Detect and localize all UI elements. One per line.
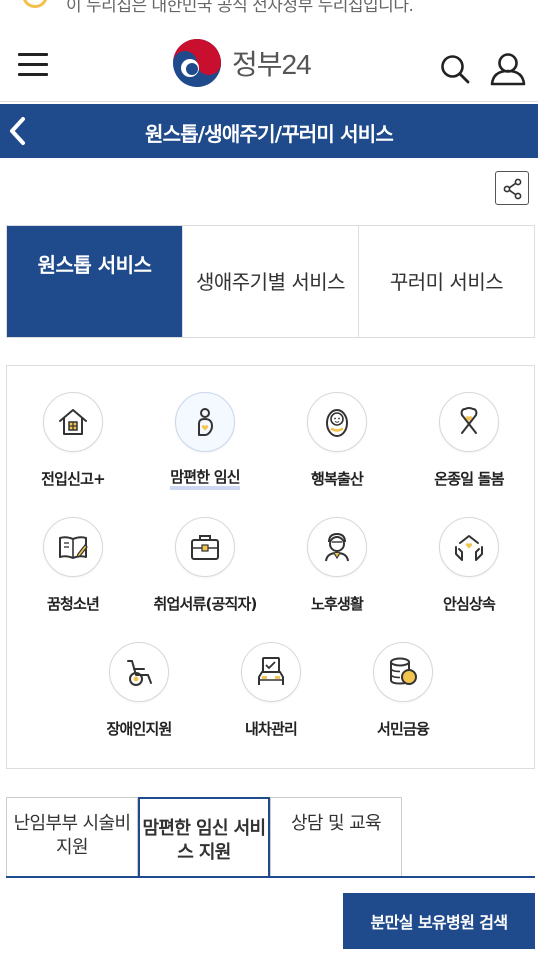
baby-icon bbox=[326, 409, 348, 437]
tab-pregnancy-service-support[interactable]: 맘편한 임신 서비스 지원 bbox=[138, 797, 270, 877]
page-title-bar: 원스톱/생애주기/꾸러미 서비스 bbox=[0, 104, 538, 158]
book-icon bbox=[59, 536, 88, 559]
service-item-disability-support[interactable]: 장애인지원 bbox=[73, 642, 205, 739]
service-item-inheritance[interactable]: 안심상속 bbox=[403, 517, 535, 614]
service-item-car-management[interactable]: 내차관리 bbox=[205, 642, 337, 739]
elderly-icon bbox=[325, 532, 349, 562]
service-label: 온종일 돌봄 bbox=[434, 470, 504, 488]
sub-tab-underline bbox=[6, 876, 535, 878]
delivery-room-hospital-search-button[interactable]: 분만실 보유병원 검색 bbox=[343, 893, 535, 949]
service-category-tabs: 원스톱 서비스 생애주기별 서비스 꾸러미 서비스 bbox=[6, 225, 535, 338]
service-label: 전입신고+ bbox=[41, 470, 106, 488]
official-notice-bar: 이 누리집은 대한민국 공식 전자정부 누리집입니다. bbox=[0, 0, 538, 18]
site-logo[interactable]: 정부24 bbox=[172, 38, 312, 88]
service-label-active: 맘편한 임신 bbox=[170, 468, 241, 490]
logo-text: 정부24 bbox=[232, 49, 312, 80]
share-icon bbox=[503, 178, 522, 200]
share-button[interactable] bbox=[495, 171, 529, 205]
briefcase-icon bbox=[191, 535, 219, 560]
coins-icon bbox=[390, 657, 417, 685]
taegeuk-logo-icon bbox=[173, 39, 221, 87]
service-item-pregnancy[interactable]: 맘편한 임신 bbox=[139, 392, 271, 490]
service-item-micro-finance[interactable]: 서민금융 bbox=[337, 642, 469, 739]
service-item-retirement[interactable]: 노후생활 bbox=[271, 517, 403, 614]
page-title: 원스톱/생애주기/꾸러미 서비스 bbox=[145, 122, 394, 146]
service-item-childbirth[interactable]: 행복출산 bbox=[271, 392, 403, 489]
onestop-service-grid: 전입신고+ 맘편한 임신 행복출산 온종일 돌봄 꿈청소년 취업서류(공직자) … bbox=[6, 365, 535, 769]
service-item-employment-docs[interactable]: 취업서류(공직자) bbox=[139, 517, 271, 614]
service-label: 노후생활 bbox=[310, 595, 364, 613]
hamburger-menu-icon[interactable] bbox=[18, 53, 48, 77]
tab-lifecycle-service[interactable]: 생애주기별 서비스 bbox=[183, 226, 359, 337]
service-label: 꿈청소년 bbox=[46, 595, 100, 613]
hands-icon bbox=[455, 535, 483, 561]
tab-onestop-service[interactable]: 원스톱 서비스 bbox=[7, 226, 183, 337]
tab-counseling-education[interactable]: 상담 및 교육 bbox=[270, 797, 402, 877]
official-notice-text: 이 누리집은 대한민국 공식 전자정부 누리집입니다. bbox=[66, 0, 414, 16]
user-login-icon[interactable] bbox=[490, 52, 526, 86]
pregnant-icon bbox=[198, 408, 213, 436]
service-label: 안심상속 bbox=[442, 595, 496, 613]
tab-infertility-support[interactable]: 난임부부 시술비 지원 bbox=[6, 797, 138, 877]
car-icon bbox=[258, 657, 284, 685]
house-icon bbox=[59, 409, 87, 435]
pregnancy-sub-tabs: 난임부부 시술비 지원 맘편한 임신 서비스 지원 상담 및 교육 bbox=[6, 797, 402, 877]
ribbon-icon bbox=[460, 407, 478, 434]
flag-icon bbox=[22, 0, 48, 8]
service-label: 서민금융 bbox=[376, 720, 430, 738]
tab-package-service[interactable]: 꾸러미 서비스 bbox=[359, 226, 534, 337]
service-label: 내차관리 bbox=[244, 720, 298, 738]
service-item-move-in[interactable]: 전입신고+ bbox=[7, 392, 139, 489]
search-icon[interactable] bbox=[440, 54, 470, 84]
service-item-all-day-care[interactable]: 온종일 돌봄 bbox=[403, 392, 535, 489]
service-item-youth[interactable]: 꿈청소년 bbox=[7, 517, 139, 614]
site-header: 정부24 bbox=[0, 22, 538, 102]
wheelchair-icon bbox=[127, 660, 152, 686]
service-label: 취업서류(공직자) bbox=[153, 595, 257, 613]
service-label: 장애인지원 bbox=[106, 720, 172, 738]
service-label: 행복출산 bbox=[310, 470, 364, 488]
